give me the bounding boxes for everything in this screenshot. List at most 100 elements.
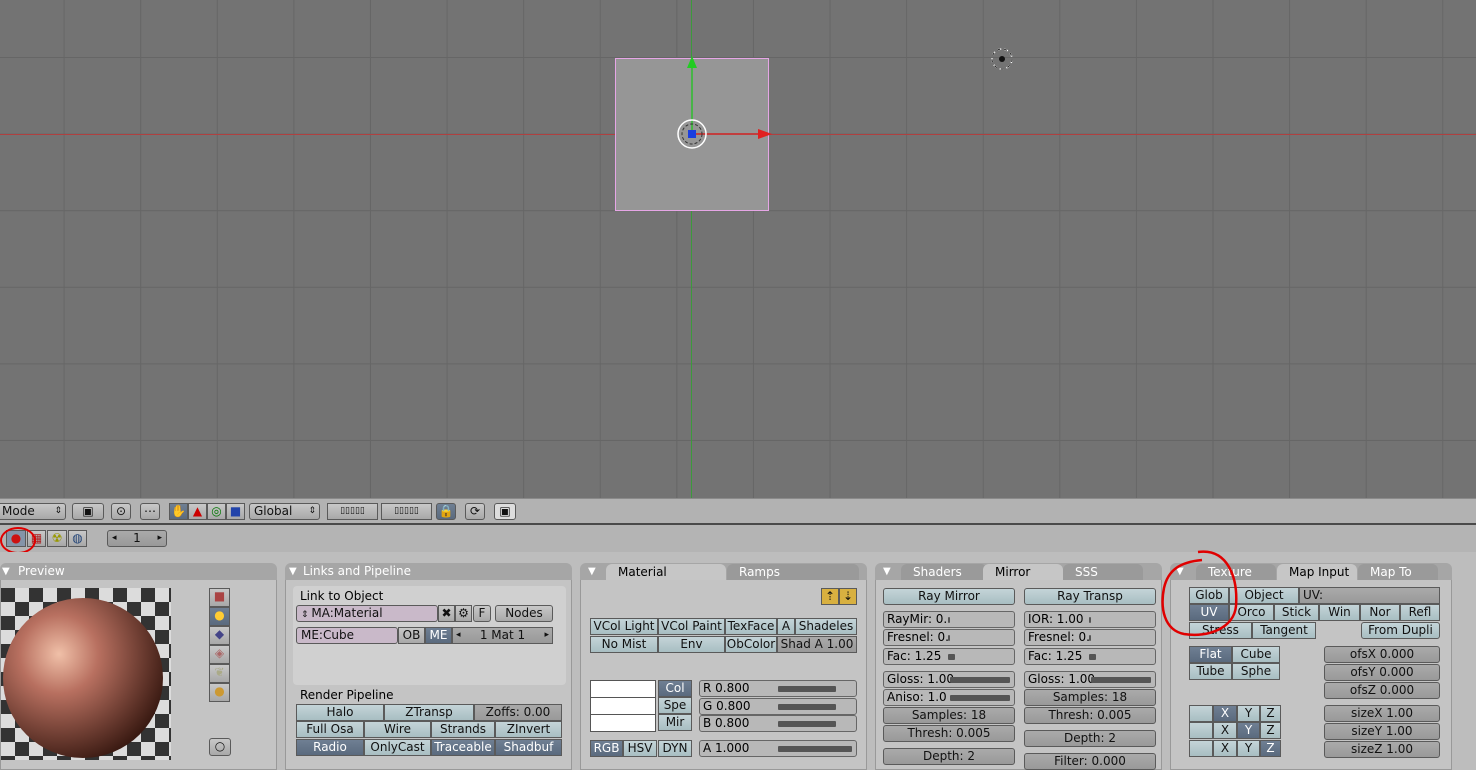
depth-mirror-field[interactable]: Depth: 2 [883, 748, 1015, 765]
fac-transp-slider[interactable]: Fac: 1.25 [1024, 648, 1156, 665]
frame-counter[interactable]: ◂ 1 ▸ [107, 530, 167, 547]
map-z-x-button[interactable]: X [1213, 740, 1237, 757]
thresh-transp-field[interactable]: Thresh: 0.005 [1024, 707, 1156, 724]
ofsz-field[interactable]: ofsZ 0.000 [1324, 682, 1440, 699]
from-dupli-button[interactable]: From Dupli [1361, 622, 1440, 639]
spe-button[interactable]: Spe [658, 697, 692, 714]
ofsy-field[interactable]: ofsY 0.000 [1324, 664, 1440, 681]
samples-transp-field[interactable]: Samples: 18 [1024, 689, 1156, 706]
tangent-button[interactable]: Tangent [1252, 622, 1316, 639]
x-arrow-head[interactable] [758, 129, 772, 139]
sizez-field[interactable]: sizeZ 1.00 [1324, 741, 1440, 758]
filter-field[interactable]: Filter: 0.000 [1024, 753, 1156, 770]
world-buttons-icon[interactable]: ◍ [68, 530, 87, 547]
render-icon[interactable]: ▣ [494, 503, 516, 520]
zoffs-field[interactable]: Zoffs: 0.00 [474, 704, 562, 721]
sphe-button[interactable]: Sphe [1232, 663, 1280, 680]
tube-button[interactable]: Tube [1189, 663, 1232, 680]
mode-select[interactable]: Mode ⇕ [0, 503, 66, 520]
map-x-x-button[interactable]: X [1213, 705, 1237, 722]
ob-link-button[interactable]: OB [398, 627, 425, 644]
texface-button[interactable]: TexFace [725, 618, 777, 635]
obcolor-button[interactable]: ObColor [725, 636, 777, 653]
b-slider[interactable]: B 0.800 [699, 715, 857, 732]
ray-transp-button[interactable]: Ray Transp [1024, 588, 1156, 605]
preview-sky-icon[interactable]: ● [209, 683, 230, 702]
tab-map-input[interactable]: Map Input [1277, 564, 1357, 580]
translate-icon[interactable]: ▲ [188, 503, 207, 520]
zinvert-button[interactable]: ZInvert [495, 721, 562, 738]
ztransp-button[interactable]: ZTransp [384, 704, 474, 721]
color-swatches[interactable] [590, 680, 656, 732]
shadeless-button[interactable]: Shadeles [795, 618, 857, 635]
hand-manipulator-icon[interactable]: ✋ [169, 503, 188, 520]
scale-icon[interactable]: ■ [226, 503, 245, 520]
y-arrow-head[interactable] [687, 56, 697, 68]
me-link-button[interactable]: ME [425, 627, 452, 644]
material-name-field[interactable]: ⇕ MA:Material [296, 605, 438, 622]
rgb-button[interactable]: RGB [590, 740, 623, 757]
flat-button[interactable]: Flat [1189, 646, 1232, 663]
radio-button[interactable]: Radio [296, 739, 364, 756]
ofsx-field[interactable]: ofsX 0.000 [1324, 646, 1440, 663]
map-y-blank-1[interactable] [1189, 722, 1213, 739]
strands-button[interactable]: Strands [431, 721, 495, 738]
layer-buttons-left[interactable]: ▯▯▯▯▯ [327, 503, 378, 520]
preview-cube-icon[interactable]: ◆ [209, 626, 230, 645]
map-y-y-button[interactable]: Y [1237, 722, 1260, 739]
alpha-slider[interactable]: A 1.000 [699, 740, 857, 757]
win-button[interactable]: Win [1319, 604, 1360, 621]
sizex-field[interactable]: sizeX 1.00 [1324, 705, 1440, 722]
dyn-button[interactable]: DYN [658, 740, 692, 757]
ray-mirror-button[interactable]: Ray Mirror [883, 588, 1015, 605]
3d-cursor-icon[interactable] [989, 46, 1015, 72]
gloss-mirror-slider[interactable]: Gloss: 1.00 [883, 671, 1015, 688]
shadbuf-button[interactable]: Shadbuf [495, 739, 562, 756]
vcol-paint-button[interactable]: VCol Paint [658, 618, 725, 635]
g-slider[interactable]: G 0.800 [699, 698, 857, 715]
sizey-field[interactable]: sizeY 1.00 [1324, 723, 1440, 740]
no-mist-button[interactable]: No Mist [590, 636, 658, 653]
mesh-name-field[interactable]: ME:Cube [296, 627, 398, 644]
map-y-z-button[interactable]: Z [1260, 722, 1281, 739]
preview-panel-header[interactable]: ▼ Preview [0, 563, 277, 580]
samples-mirror-field[interactable]: Samples: 18 [883, 707, 1015, 724]
fresnel-transp-slider[interactable]: Fresnel: 0. [1024, 629, 1156, 646]
copy-material-icon[interactable]: ⇡ [821, 588, 839, 605]
tab-mirror-transp[interactable]: Mirror Trans [983, 564, 1063, 580]
lock-icon[interactable]: 🔒 [436, 503, 456, 520]
tab-ramps[interactable]: Ramps [727, 564, 859, 580]
radiosity-buttons-icon[interactable]: ☢ [47, 530, 67, 547]
map-z-z-button[interactable]: Z [1260, 740, 1281, 757]
full-osa-button[interactable]: Full Osa [296, 721, 364, 738]
map-x-y-button[interactable]: Y [1237, 705, 1260, 722]
nodes-button[interactable]: Nodes [495, 605, 553, 622]
map-z-blank-1[interactable] [1189, 740, 1213, 757]
draw-type-select[interactable]: ▣ [72, 503, 104, 520]
proportional-edit-icon[interactable]: ⟳ [465, 503, 485, 520]
map-z-y-button[interactable]: Y [1237, 740, 1260, 757]
depth-transp-field[interactable]: Depth: 2 [1024, 730, 1156, 747]
tab-shaders[interactable]: Shaders [901, 564, 987, 580]
preview-plane-icon[interactable]: ■ [209, 588, 230, 607]
tab-material[interactable]: Material [606, 564, 726, 580]
map-y-x-button[interactable]: X [1213, 722, 1237, 739]
transform-manipulator[interactable] [660, 50, 780, 160]
r-slider[interactable]: R 0.800 [699, 680, 857, 697]
rotate-icon[interactable]: ◎ [207, 503, 226, 520]
nor-button[interactable]: Nor [1360, 604, 1400, 621]
refl-button[interactable]: Refl [1400, 604, 1440, 621]
ior-slider[interactable]: IOR: 1.00 [1024, 611, 1156, 628]
wire-button[interactable]: Wire [364, 721, 431, 738]
a-button[interactable]: A [777, 618, 795, 635]
mir-button[interactable]: Mir [658, 714, 692, 731]
halo-button[interactable]: Halo [296, 704, 384, 721]
preview-sphere-icon[interactable]: ● [209, 607, 230, 626]
links-panel-header[interactable]: ▼ Links and Pipeline [285, 563, 572, 580]
env-button[interactable]: Env [658, 636, 725, 653]
gloss-transp-slider[interactable]: Gloss: 1.00 [1024, 671, 1156, 688]
unlink-material-icon[interactable]: ✖ [438, 605, 455, 622]
stick-button[interactable]: Stick [1274, 604, 1319, 621]
traceable-button[interactable]: Traceable [431, 739, 495, 756]
onlycast-button[interactable]: OnlyCast [364, 739, 431, 756]
